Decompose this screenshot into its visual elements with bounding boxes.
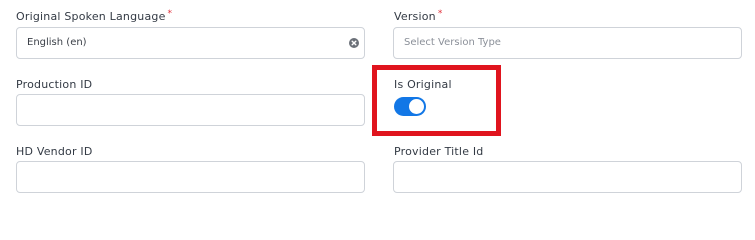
original-language-value: English (en): [27, 37, 87, 48]
production-id-label: Production ID: [16, 78, 93, 91]
required-asterisk: *: [167, 9, 173, 19]
version-placeholder: Select Version Type: [404, 37, 501, 48]
hd-vendor-id-input[interactable]: [16, 161, 365, 193]
production-id-input[interactable]: [16, 94, 365, 126]
original-language-select[interactable]: English (en): [16, 27, 365, 59]
version-select[interactable]: Select Version Type: [393, 27, 742, 59]
original-language-label: Original Spoken Language *: [16, 9, 173, 23]
version-label: Version *: [394, 9, 443, 23]
highlight-box: [372, 65, 501, 136]
hd-vendor-id-label: HD Vendor ID: [16, 145, 93, 158]
clear-icon[interactable]: [349, 38, 359, 48]
provider-title-id-input[interactable]: [393, 161, 742, 193]
required-asterisk: *: [437, 9, 443, 19]
provider-title-id-label: Provider Title Id: [394, 145, 484, 158]
original-language-label-text: Original Spoken Language: [16, 10, 166, 23]
version-label-text: Version: [394, 10, 436, 23]
